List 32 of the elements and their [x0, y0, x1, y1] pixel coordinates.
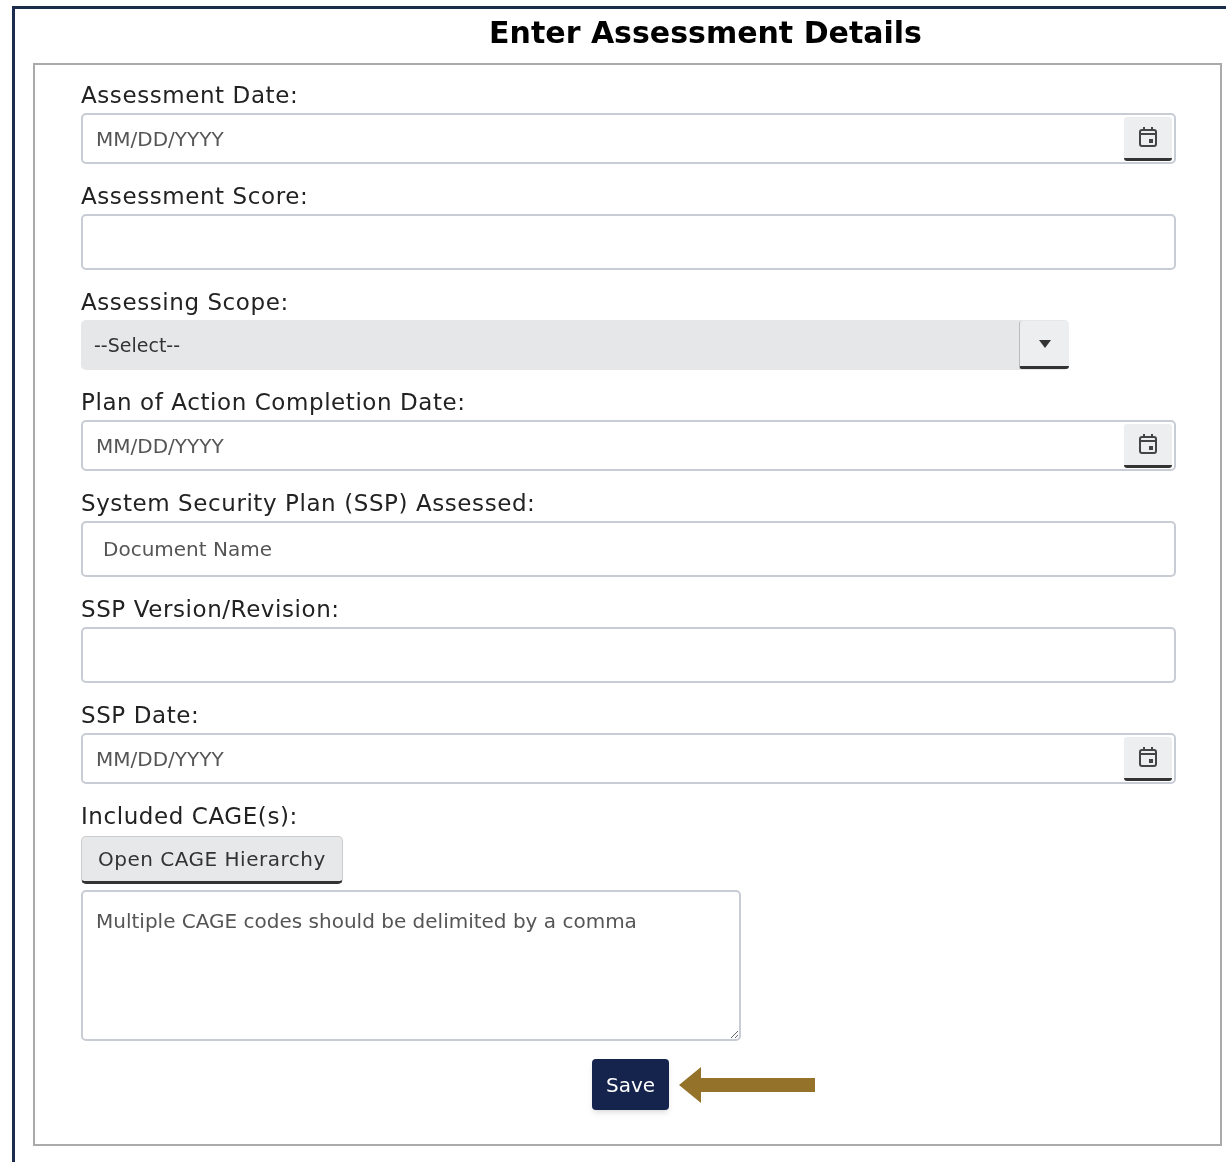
calendar-icon: [1138, 126, 1158, 148]
field-label: Assessment Date:: [81, 81, 300, 109]
calendar-button[interactable]: [1124, 423, 1172, 468]
calendar-icon: [1138, 433, 1158, 455]
date-input-field[interactable]: MM/DD/YYYY: [96, 430, 1124, 461]
field-label: Included CAGE(s):: [81, 802, 299, 830]
date-input-field[interactable]: MM/DD/YYYY: [96, 123, 1124, 154]
open-cage-hierarchy-button[interactable]: Open CAGE Hierarchy: [81, 836, 343, 884]
calendar-icon: [1138, 746, 1158, 768]
date-picker[interactable]: MM/DD/YYYY: [81, 420, 1176, 471]
field-label: Plan of Action Completion Date:: [81, 388, 467, 416]
field-label: System Security Plan (SSP) Assessed:: [81, 489, 537, 517]
select-value: --Select--: [94, 332, 182, 358]
cage-textarea[interactable]: Multiple CAGE codes should be delimited by a comma: [81, 890, 741, 1041]
field-label: Assessment Score:: [81, 182, 310, 210]
field-label: SSP Version/Revision:: [81, 595, 341, 623]
field-label: Assessing Scope:: [81, 288, 290, 316]
text-field[interactable]: Document Name: [81, 521, 1176, 577]
text-field[interactable]: [81, 214, 1176, 270]
caret-icon: [1038, 339, 1051, 348]
save-button[interactable]: Save: [591, 1059, 670, 1110]
field-label: SSP Date:: [81, 701, 201, 729]
date-input-field[interactable]: MM/DD/YYYY: [96, 743, 1124, 774]
arrow-icon: [679, 1066, 816, 1103]
text-field[interactable]: [81, 627, 1176, 683]
calendar-button[interactable]: [1124, 116, 1172, 161]
calendar-button[interactable]: [1124, 736, 1172, 781]
form-title: Enter Assessment Details: [488, 14, 923, 52]
date-picker[interactable]: MM/DD/YYYY: [81, 733, 1176, 784]
select-dropdown[interactable]: --Select--: [81, 320, 1069, 370]
dropdown-button[interactable]: [1019, 321, 1069, 369]
date-picker[interactable]: MM/DD/YYYY: [81, 113, 1176, 164]
